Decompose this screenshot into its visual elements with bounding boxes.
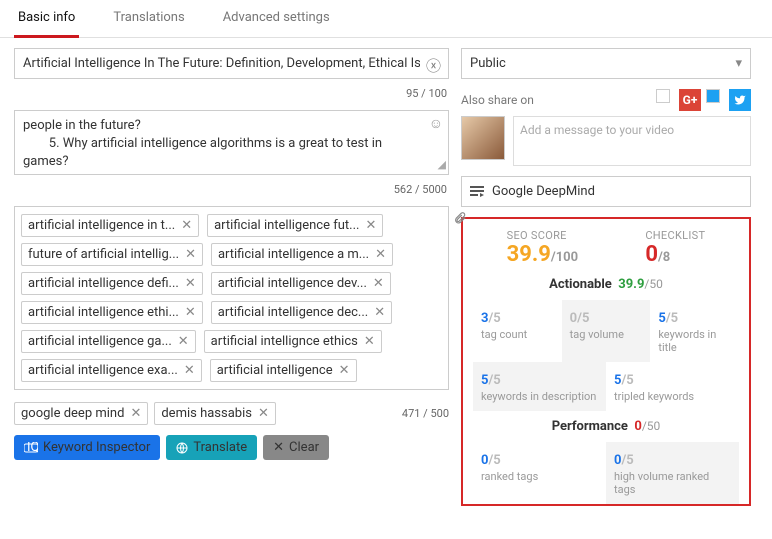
tags-secondary[interactable]: google deep mind ✕ demis hassabis ✕ bbox=[14, 402, 276, 425]
title-input[interactable] bbox=[15, 49, 448, 78]
metric-cell: 0/5ranked tags bbox=[473, 442, 606, 504]
metric-cell: 5/5keywords in description bbox=[473, 362, 606, 411]
tag-label: artificial intelligence defi... bbox=[28, 276, 179, 291]
tag-remove-icon[interactable]: ✕ bbox=[185, 305, 196, 320]
tag-remove-icon[interactable]: ✕ bbox=[375, 247, 386, 262]
share-section: Also share on G+ Add a message to your v… bbox=[461, 89, 751, 166]
playlist-value: Google DeepMind bbox=[492, 184, 595, 199]
inspector-icon: IQ bbox=[24, 442, 38, 454]
title-counter: 95 / 100 bbox=[14, 85, 449, 104]
clear-label: Clear bbox=[289, 440, 319, 455]
tags-counter: 471 / 500 bbox=[402, 407, 449, 420]
seo-score: SEO SCORE 39.9/100 bbox=[507, 229, 578, 267]
tag-label: artificial intelligence exa... bbox=[28, 363, 178, 378]
translate-label: Translate bbox=[193, 440, 247, 455]
tag-label: demis hassabis bbox=[161, 406, 252, 421]
globe-icon bbox=[176, 442, 188, 454]
tag-label: artificial intelligence bbox=[217, 363, 333, 378]
playlist-select[interactable]: Google DeepMind bbox=[461, 176, 751, 207]
tags-input[interactable]: artificial intelligence in t...✕artifici… bbox=[14, 206, 449, 390]
actionable-grid: 3/5tag count0/5tag volume5/5keywords in … bbox=[473, 300, 739, 411]
tag-chip[interactable]: artificial intelligence ga... ✕ bbox=[21, 330, 196, 353]
tag-chip[interactable]: artificial intellignce ethics ✕ bbox=[204, 330, 382, 353]
visibility-value: Public bbox=[470, 56, 506, 71]
tag-remove-icon[interactable]: ✕ bbox=[181, 218, 192, 233]
performance-grid: 0/5ranked tags0/5high volume ranked tags bbox=[473, 442, 739, 504]
close-icon: ✕ bbox=[273, 440, 284, 455]
metric-cell: 5/5tripled keywords bbox=[606, 362, 739, 411]
tag-chip[interactable]: artificial intelligence dev... ✕ bbox=[211, 272, 391, 295]
translate-button[interactable]: Translate bbox=[166, 435, 257, 460]
metric-cell: 5/5keywords in title bbox=[650, 300, 739, 362]
tag-chip[interactable]: artificial intelligence ✕ bbox=[210, 359, 357, 382]
tag-chip[interactable]: artificial intelligence dec... ✕ bbox=[211, 301, 392, 324]
share-label: Also share on bbox=[461, 93, 534, 107]
performance-header: Performance 0/50 bbox=[473, 419, 739, 434]
emoji-icon[interactable]: ☺ bbox=[429, 115, 443, 135]
tag-remove-icon[interactable]: ✕ bbox=[185, 276, 196, 291]
attachment-icon[interactable] bbox=[453, 210, 467, 226]
tag-chip[interactable]: artificial intelligence exa... ✕ bbox=[21, 359, 202, 382]
twitter-checkbox[interactable] bbox=[706, 89, 720, 103]
tab-advanced[interactable]: Advanced settings bbox=[219, 0, 334, 37]
tab-basic-info[interactable]: Basic info bbox=[14, 0, 79, 38]
share-message-input[interactable]: Add a message to your video bbox=[513, 116, 751, 166]
tag-chip[interactable]: artificial intelligence defi... ✕ bbox=[21, 272, 203, 295]
tag-label: artificial intelligence in t... bbox=[28, 218, 175, 233]
avatar bbox=[461, 116, 505, 160]
tag-label: google deep mind bbox=[21, 406, 124, 421]
visibility-select[interactable]: Public ▾ bbox=[461, 48, 751, 79]
tag-label: artificial intelligence ga... bbox=[28, 334, 172, 349]
twitter-icon bbox=[729, 89, 751, 111]
svg-text:IQ: IQ bbox=[27, 442, 38, 454]
tab-translations[interactable]: Translations bbox=[109, 0, 188, 37]
seo-checklist: CHECKLIST 0/8 bbox=[645, 229, 705, 267]
gplus-checkbox[interactable] bbox=[656, 89, 670, 103]
actionable-header: Actionable 39.9/50 bbox=[473, 277, 739, 292]
description-counter: 562 / 5000 bbox=[14, 181, 449, 200]
tag-chip[interactable]: artificial intelligence fut... ✕ bbox=[207, 214, 383, 237]
tag-label: artificial intellignce ethics bbox=[211, 334, 358, 349]
tag-remove-icon[interactable]: ✕ bbox=[258, 406, 269, 421]
clear-button[interactable]: ✕ Clear bbox=[263, 435, 329, 460]
tag-remove-icon[interactable]: ✕ bbox=[364, 334, 375, 349]
tag-remove-icon[interactable]: ✕ bbox=[185, 247, 196, 262]
tag-remove-icon[interactable]: ✕ bbox=[374, 305, 385, 320]
tag-remove-icon[interactable]: ✕ bbox=[130, 406, 141, 421]
clear-title-icon[interactable]: ⓧ bbox=[426, 55, 441, 76]
playlist-icon bbox=[470, 186, 484, 198]
chevron-down-icon: ▾ bbox=[735, 56, 742, 71]
inspector-label: Keyword Inspector bbox=[43, 440, 150, 455]
tag-chip[interactable]: artificial intelligence ethi... ✕ bbox=[21, 301, 203, 324]
tag-chip[interactable]: future of artificial intellig... ✕ bbox=[21, 243, 203, 266]
title-field: ⓧ bbox=[14, 48, 449, 79]
tag-label: artificial intelligence dev... bbox=[218, 276, 367, 291]
metric-cell: 0/5high volume ranked tags bbox=[606, 442, 739, 504]
tag-remove-icon[interactable]: ✕ bbox=[178, 334, 189, 349]
resize-handle-icon[interactable]: ◢ bbox=[438, 157, 446, 172]
description-text: people in the future? 5. Why artificial … bbox=[23, 118, 385, 169]
description-field[interactable]: people in the future? 5. Why artificial … bbox=[14, 110, 449, 175]
tabs: Basic info Translations Advanced setting… bbox=[0, 0, 772, 38]
metric-cell: 0/5tag volume bbox=[562, 300, 651, 362]
tag-remove-icon[interactable]: ✕ bbox=[339, 363, 350, 378]
tag-label: future of artificial intellig... bbox=[28, 247, 179, 262]
metric-cell: 3/5tag count bbox=[473, 300, 562, 362]
tag-chip[interactable]: artificial intelligence a m... ✕ bbox=[211, 243, 393, 266]
tag-label: artificial intelligence dec... bbox=[218, 305, 368, 320]
keyword-inspector-button[interactable]: IQ Keyword Inspector bbox=[14, 435, 160, 460]
tag-chip[interactable]: artificial intelligence in t... ✕ bbox=[21, 214, 199, 237]
gplus-icon: G+ bbox=[679, 89, 701, 111]
tag-remove-icon[interactable]: ✕ bbox=[365, 218, 376, 233]
tag-chip[interactable]: google deep mind ✕ bbox=[14, 402, 148, 425]
tag-remove-icon[interactable]: ✕ bbox=[373, 276, 384, 291]
tag-label: artificial intelligence ethi... bbox=[28, 305, 179, 320]
seo-panel: SEO SCORE 39.9/100 CHECKLIST 0/8 Actiona… bbox=[461, 217, 751, 506]
tag-label: artificial intelligence fut... bbox=[214, 218, 359, 233]
tag-chip[interactable]: demis hassabis ✕ bbox=[154, 402, 276, 425]
tag-remove-icon[interactable]: ✕ bbox=[184, 363, 195, 378]
tag-label: artificial intelligence a m... bbox=[218, 247, 369, 262]
